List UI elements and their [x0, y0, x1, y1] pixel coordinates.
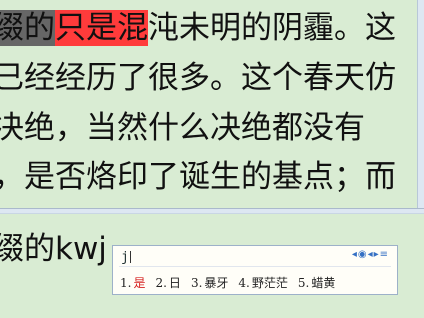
- text-line-1: 缀的只是混沌未明的阴霾。这: [0, 9, 396, 47]
- candidate-word: 日: [168, 276, 181, 290]
- candidate-number: 2.: [155, 276, 167, 290]
- input-typed-text: 缀的: [0, 231, 55, 267]
- ime-candidate-2[interactable]: 2. 日: [155, 274, 180, 291]
- ime-toolbar-icons[interactable]: ◂◉◂▸≡: [352, 249, 389, 260]
- text-line-1-rest: 沌未明的阴霾。这: [148, 10, 396, 46]
- text-line-4: ，是否烙印了诞生的基点；而: [0, 159, 396, 195]
- ime-candidate-window[interactable]: j ◂◉◂▸≡ 1. 是 2. 日 3. 暴牙 4. 野茫茫 5. 蜡黄: [112, 245, 398, 295]
- candidate-word: 蜡黄: [311, 276, 336, 290]
- highlight-red: 只是混: [55, 10, 148, 46]
- ime-composition: j: [121, 250, 131, 265]
- input-line: 缀的kwj: [0, 230, 107, 268]
- ime-caret: [129, 251, 131, 263]
- ime-composition-text: j: [121, 250, 129, 265]
- scrollbar[interactable]: [417, 0, 424, 208]
- candidate-number: 3.: [190, 276, 203, 290]
- candidate-word: 暴牙: [204, 276, 229, 290]
- ime-separator: [119, 266, 391, 267]
- highlight-gray: 缀的: [0, 10, 55, 46]
- candidate-word: 野茫茫: [251, 276, 288, 290]
- candidate-number: 1.: [120, 276, 132, 290]
- candidate-number: 5.: [297, 276, 310, 290]
- text-line-3: 决绝，当然什么决绝都没有: [0, 110, 365, 146]
- ime-candidate-1[interactable]: 1. 是: [120, 274, 145, 291]
- document-text-area[interactable]: 缀的只是混沌未明的阴霾。这 已经经历了很多。这个春天仿 决绝，当然什么决绝都没有…: [0, 0, 424, 208]
- input-composing-text: kwj: [55, 231, 107, 267]
- ime-candidate-5[interactable]: 5. 蜡黄: [298, 274, 335, 291]
- ime-candidate-4[interactable]: 4. 野茫茫: [238, 274, 287, 291]
- candidate-word: 是: [133, 276, 146, 290]
- text-line-2: 已经经历了很多。这个春天仿: [0, 60, 396, 96]
- ime-candidate-list: 1. 是 2. 日 3. 暴牙 4. 野茫茫 5. 蜡黄: [120, 274, 335, 291]
- ime-candidate-3[interactable]: 3. 暴牙: [191, 274, 228, 291]
- candidate-number: 4.: [238, 276, 250, 290]
